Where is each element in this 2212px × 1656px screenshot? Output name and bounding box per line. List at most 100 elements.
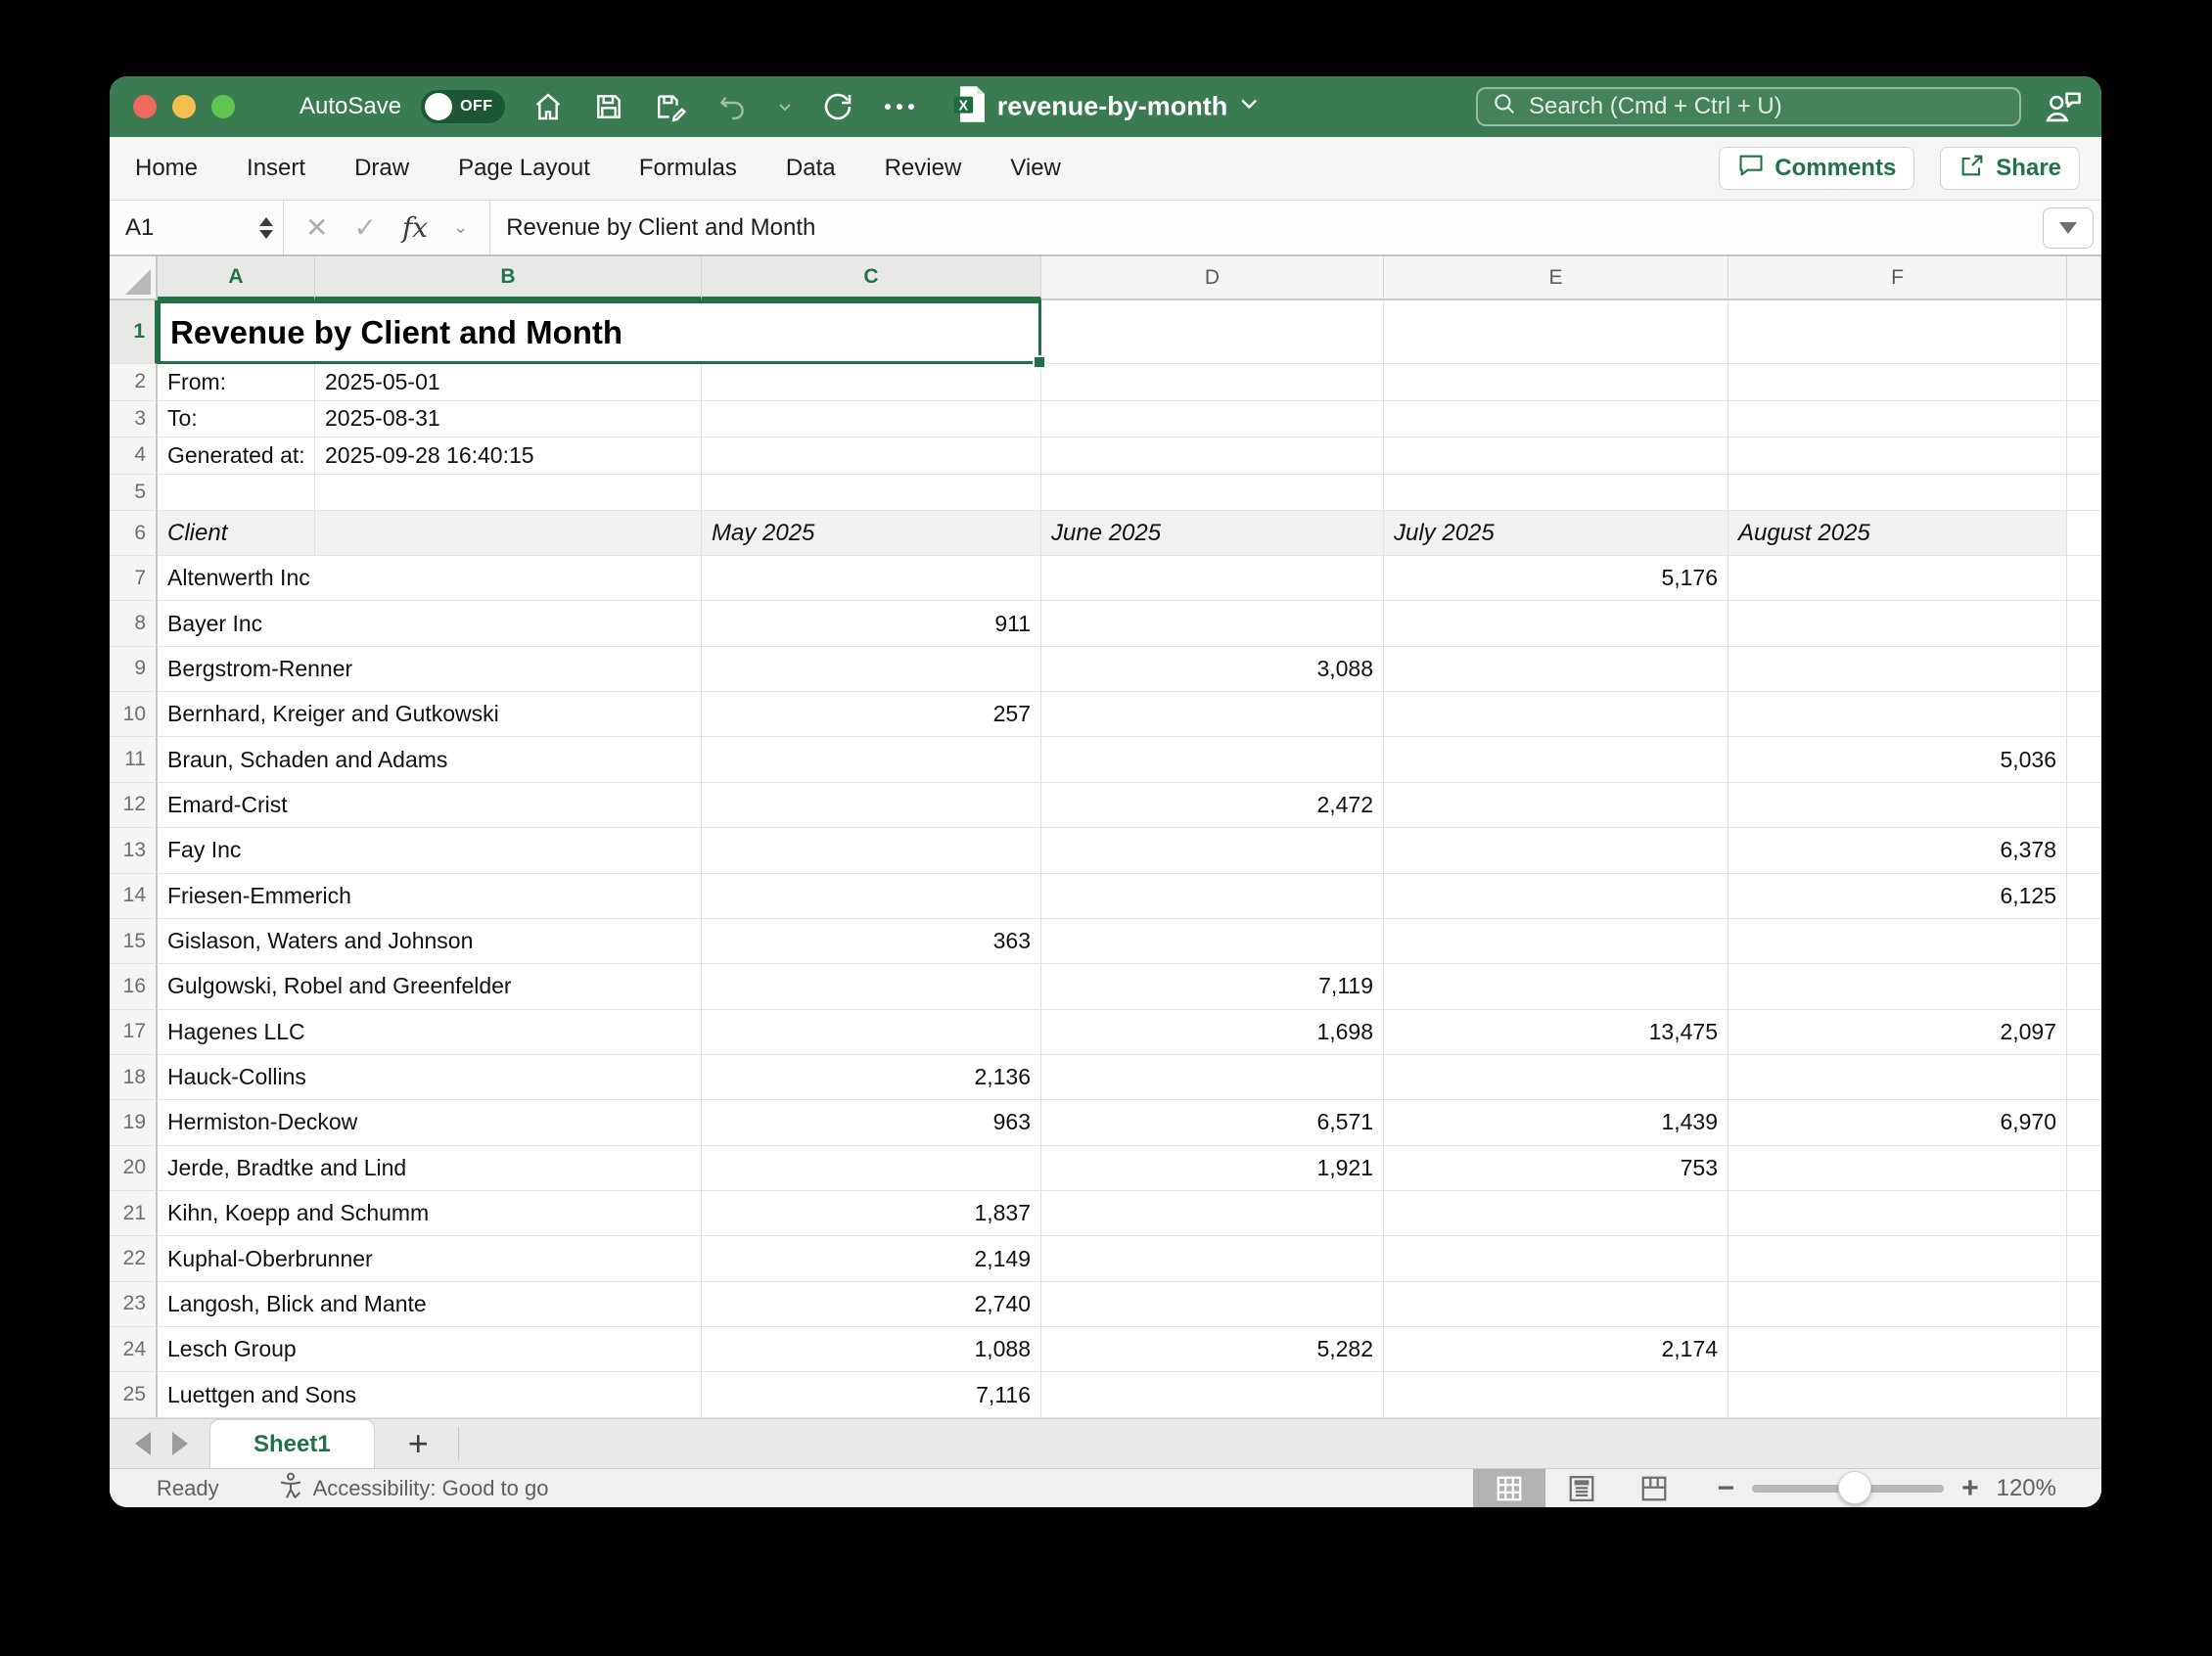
cell-value-21-3[interactable] xyxy=(1384,1191,1728,1236)
cell-value-10-1[interactable]: 257 xyxy=(702,692,1041,737)
cell-value-17-1[interactable] xyxy=(702,1010,1041,1055)
cell-value-21-1[interactable]: 1,837 xyxy=(702,1191,1041,1236)
page-layout-view-button[interactable] xyxy=(1545,1469,1618,1507)
cell-a6-client-header[interactable]: Client xyxy=(158,511,315,556)
row-header-3[interactable]: 3 xyxy=(110,401,158,438)
selection-fill-handle[interactable] xyxy=(1033,355,1046,369)
cell-value-9-3[interactable] xyxy=(1384,647,1728,692)
cell-value-14-4[interactable]: 6,125 xyxy=(1728,874,2067,919)
cell-C4[interactable] xyxy=(702,437,1041,475)
zoom-slider-thumb[interactable] xyxy=(1838,1471,1871,1504)
cell-value-18-2[interactable] xyxy=(1041,1055,1384,1100)
ribbon-tab-data[interactable]: Data xyxy=(786,155,836,182)
column-header-A[interactable]: A xyxy=(158,256,315,300)
cell-value-18-1[interactable]: 2,136 xyxy=(702,1055,1041,1100)
cell-b3-value[interactable]: 2025-08-31 xyxy=(315,401,702,438)
cell-value-8-2[interactable] xyxy=(1041,601,1384,646)
row-header-19[interactable]: 19 xyxy=(110,1100,158,1145)
cell-g2[interactable] xyxy=(2067,364,2101,401)
cell-value-8-3[interactable] xyxy=(1384,601,1728,646)
cell-g18[interactable] xyxy=(2067,1055,2101,1100)
cell-g1[interactable] xyxy=(2067,300,2101,364)
row-header-24[interactable]: 24 xyxy=(110,1327,158,1372)
cell-client-19[interactable]: Hermiston-Deckow xyxy=(158,1100,702,1145)
cell-C2[interactable] xyxy=(702,364,1041,401)
cell-value-19-3[interactable]: 1,439 xyxy=(1384,1100,1728,1145)
row-header-15[interactable]: 15 xyxy=(110,919,158,964)
row-header-4[interactable]: 4 xyxy=(110,437,158,475)
cell-value-24-1[interactable]: 1,088 xyxy=(702,1327,1041,1372)
cell-E5[interactable] xyxy=(1384,475,1728,512)
cell-value-10-3[interactable] xyxy=(1384,692,1728,737)
column-header-B[interactable]: B xyxy=(315,256,702,300)
cell-D5[interactable] xyxy=(1041,475,1384,512)
cell-value-11-2[interactable] xyxy=(1041,737,1384,782)
cell-value-11-3[interactable] xyxy=(1384,737,1728,782)
cell-a4-label[interactable]: Generated at: xyxy=(158,437,315,475)
cell-value-10-2[interactable] xyxy=(1041,692,1384,737)
cell-F3[interactable] xyxy=(1728,401,2067,438)
cell-value-7-4[interactable] xyxy=(1728,556,2067,601)
cell-value-24-2[interactable]: 5,282 xyxy=(1041,1327,1384,1372)
comments-button[interactable]: Comments xyxy=(1719,147,1914,190)
row-header-6[interactable]: 6 xyxy=(110,511,158,556)
column-header-F[interactable]: F xyxy=(1728,256,2067,300)
cell-value-17-3[interactable]: 13,475 xyxy=(1384,1010,1728,1055)
cell-value-19-4[interactable]: 6,970 xyxy=(1728,1100,2067,1145)
row-header-16[interactable]: 16 xyxy=(110,964,158,1009)
insert-function-icon[interactable]: fx xyxy=(402,211,428,244)
cell-value-11-1[interactable] xyxy=(702,737,1041,782)
cell-value-16-3[interactable] xyxy=(1384,964,1728,1009)
row-header-8[interactable]: 8 xyxy=(110,601,158,646)
cell-value-16-1[interactable] xyxy=(702,964,1041,1009)
add-sheet-button[interactable]: + xyxy=(408,1426,429,1461)
column-header-partial[interactable] xyxy=(2067,256,2101,300)
cell-g11[interactable] xyxy=(2067,737,2101,782)
row-header-13[interactable]: 13 xyxy=(110,828,158,873)
cell-value-22-2[interactable] xyxy=(1041,1236,1384,1281)
column-header-C[interactable]: C xyxy=(702,256,1041,300)
next-sheet-arrow-icon[interactable] xyxy=(172,1432,188,1455)
cell-value-7-3[interactable]: 5,176 xyxy=(1384,556,1728,601)
cell-D1[interactable] xyxy=(1041,300,1384,364)
zoom-out-button[interactable]: − xyxy=(1718,1472,1735,1505)
row-header-9[interactable]: 9 xyxy=(110,647,158,692)
cell-value-19-2[interactable]: 6,571 xyxy=(1041,1100,1384,1145)
row-header-14[interactable]: 14 xyxy=(110,874,158,919)
cell-value-17-4[interactable]: 2,097 xyxy=(1728,1010,2067,1055)
cell-b2-value[interactable]: 2025-05-01 xyxy=(315,364,702,401)
cell-g4[interactable] xyxy=(2067,437,2101,475)
cell-g19[interactable] xyxy=(2067,1100,2101,1145)
row-header-25[interactable]: 25 xyxy=(110,1372,158,1417)
row-header-21[interactable]: 21 xyxy=(110,1191,158,1236)
ribbon-tab-insert[interactable]: Insert xyxy=(247,155,305,182)
cell-value-25-2[interactable] xyxy=(1041,1372,1384,1417)
cell-value-23-1[interactable]: 2,740 xyxy=(702,1282,1041,1327)
zoom-in-button[interactable]: + xyxy=(1961,1472,1979,1505)
home-icon[interactable] xyxy=(532,91,564,122)
row-header-22[interactable]: 22 xyxy=(110,1236,158,1281)
people-presence-icon[interactable] xyxy=(2043,88,2086,132)
cell-value-14-2[interactable] xyxy=(1041,874,1384,919)
previous-sheet-arrow-icon[interactable] xyxy=(135,1432,151,1455)
cell-g15[interactable] xyxy=(2067,919,2101,964)
close-window-button[interactable] xyxy=(133,95,157,118)
cell-value-7-1[interactable] xyxy=(702,556,1041,601)
cell-E3[interactable] xyxy=(1384,401,1728,438)
select-all-corner[interactable] xyxy=(110,256,158,300)
cell-F1[interactable] xyxy=(1728,300,2067,364)
cell-value-25-3[interactable] xyxy=(1384,1372,1728,1417)
cell-value-13-2[interactable] xyxy=(1041,828,1384,873)
cell-g25[interactable] xyxy=(2067,1372,2101,1417)
cell-g13[interactable] xyxy=(2067,828,2101,873)
cell-F2[interactable] xyxy=(1728,364,2067,401)
cell-value-20-4[interactable] xyxy=(1728,1146,2067,1191)
cell-g8[interactable] xyxy=(2067,601,2101,646)
selected-cell-a1-title[interactable]: Revenue by Client and Month xyxy=(158,300,1041,364)
cell-value-25-4[interactable] xyxy=(1728,1372,2067,1417)
cell-a3-label[interactable]: To: xyxy=(158,401,315,438)
cell-g23[interactable] xyxy=(2067,1282,2101,1327)
cell-C5[interactable] xyxy=(702,475,1041,512)
column-header-D[interactable]: D xyxy=(1041,256,1384,300)
undo-icon[interactable] xyxy=(716,91,748,122)
